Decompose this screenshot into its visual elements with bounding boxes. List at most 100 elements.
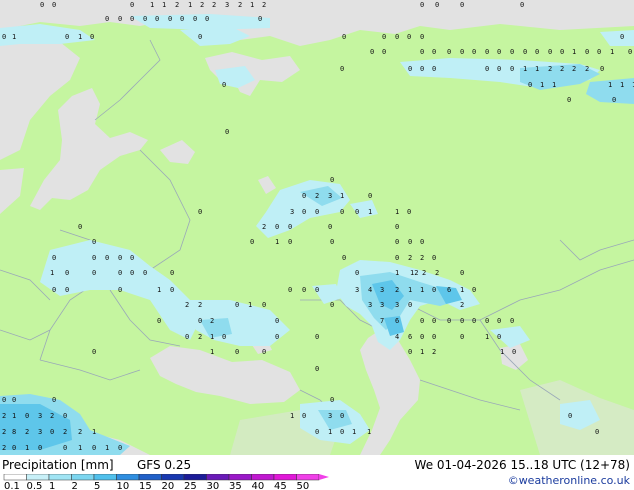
precip-value: 0 [198, 317, 202, 325]
precip-value: 1 [78, 33, 82, 41]
precip-value: 0 [600, 65, 604, 73]
precip-value: 0 [420, 65, 424, 73]
legend-color-box [138, 474, 162, 481]
precip-value: 0 [528, 81, 532, 89]
precip-value: 3 [38, 412, 42, 420]
precip-value: 0 [52, 396, 56, 404]
precip-value: 0 [432, 254, 436, 262]
precip-value: 0 [460, 1, 464, 9]
precip-value: 0 [2, 33, 6, 41]
precip-value: 0 [250, 238, 254, 246]
precip-value: 0 [420, 238, 424, 246]
precip-value: 0 [510, 65, 514, 73]
precip-value: 1 [162, 1, 166, 9]
precip-value: 1 [485, 333, 489, 341]
precip-value: 0 [130, 1, 134, 9]
precip-value: 0 [288, 238, 292, 246]
precip-value: 0 [118, 286, 122, 294]
precip-value: 0 [535, 48, 539, 56]
precip-value: 0 [78, 223, 82, 231]
precip-value: 0 [105, 15, 109, 23]
precip-value: 0 [523, 48, 527, 56]
precip-value: 0 [408, 348, 412, 356]
legend-color-box [183, 474, 207, 481]
precip-value: 0 [155, 15, 159, 23]
precip-value: 0 [407, 208, 411, 216]
precip-value: 0 [130, 15, 134, 23]
precip-value: 0 [420, 317, 424, 325]
precip-value: 0 [130, 269, 134, 277]
legend-color-box [251, 474, 275, 481]
legend-tick: 20 [162, 481, 175, 490]
precip-value: 0 [315, 208, 319, 216]
precip-value: 0 [512, 348, 516, 356]
precip-value: 1 [12, 33, 16, 41]
precip-value: 0 [595, 428, 599, 436]
precip-value: 2 [63, 428, 67, 436]
precip-value: 0 [395, 254, 399, 262]
precip-value: 0 [340, 208, 344, 216]
map-canvas: 0 0 0 1 1 2 1 2 2 3 2 1 2 0 0 0 00 0 0 0 0 0 0 0 0 00 1 0 1 0 0 0 0 0 0 0 00… [0, 0, 634, 455]
precip-value: 1 [420, 348, 424, 356]
precip-value: 1 [340, 192, 344, 200]
precip-value: 0 [472, 48, 476, 56]
precip-value: 0 [157, 317, 161, 325]
precip-value: 1 [188, 1, 192, 9]
precip-value: 0 [275, 223, 279, 231]
precip-value: 0 [92, 348, 96, 356]
precip-value: 0 [118, 269, 122, 277]
precip-value: 1 [92, 428, 96, 436]
precip-value: 0 [275, 317, 279, 325]
legend-color-box [296, 474, 320, 481]
precip-value: 0 [355, 269, 359, 277]
legend-tick: 2 [72, 481, 78, 490]
precip-value: 0 [497, 317, 501, 325]
precip-value: 0 [435, 1, 439, 9]
precip-value: 1 [420, 286, 424, 294]
precip-value: 2 [262, 1, 266, 9]
precip-value: 3 [355, 286, 359, 294]
precip-value: 1 [535, 65, 539, 73]
precip-value: 0 [40, 1, 44, 9]
precip-value: 2 [460, 301, 464, 309]
precip-value: 0 [330, 176, 334, 184]
precip-value: 0 [222, 333, 226, 341]
precip-value: 0 [432, 48, 436, 56]
precip-value: 3 [380, 301, 384, 309]
precip-value: 2 [2, 412, 6, 420]
precip-value: 1 [105, 444, 109, 452]
precip-value: 3 [290, 208, 294, 216]
precip-value: 0 [628, 48, 632, 56]
precip-value: 0 [420, 33, 424, 41]
precip-value: 0 [118, 444, 122, 452]
precip-value: 0 [315, 333, 319, 341]
precip-value: 0 [330, 396, 334, 404]
precip-value: 0 [395, 33, 399, 41]
precip-value: 0 [25, 412, 29, 420]
precip-value: 6 [408, 333, 412, 341]
precip-value: 0 [92, 269, 96, 277]
precip-value: 0 [65, 286, 69, 294]
precip-value: 0 [302, 192, 306, 200]
precip-value: 0 [105, 254, 109, 262]
precip-value: 0 [225, 128, 229, 136]
precip-value: 0 [460, 333, 464, 341]
precip-value: 2 [238, 1, 242, 9]
precip-value: 0 [315, 365, 319, 373]
precip-value: 0 [620, 33, 624, 41]
precip-value: 0 [408, 238, 412, 246]
precip-value: 0 [407, 33, 411, 41]
precip-value: 0 [585, 48, 589, 56]
legend-color-scale [3, 474, 329, 481]
credit-link[interactable]: ©weatheronline.co.uk [508, 474, 630, 487]
precip-value: 0 [420, 1, 424, 9]
precip-value: 3 [328, 192, 332, 200]
precip-value: 0 [485, 65, 489, 73]
precip-value: 0 [52, 254, 56, 262]
precip-value: 1 [367, 428, 371, 436]
precip-value: 0 [460, 269, 464, 277]
precip-value: 2 [262, 223, 266, 231]
precip-value: 1 [408, 286, 412, 294]
precip-value: 1 [328, 428, 332, 436]
legend-color-box [161, 474, 185, 481]
